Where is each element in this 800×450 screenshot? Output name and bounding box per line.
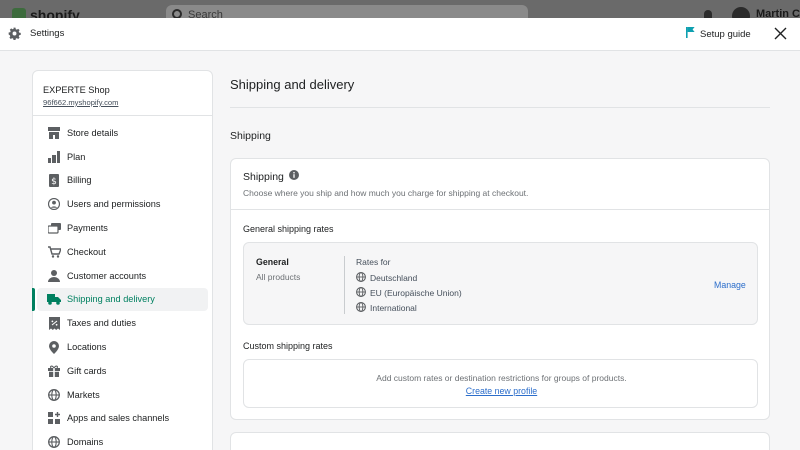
payments-icon <box>47 221 61 235</box>
zone-item: Deutschland <box>356 272 417 284</box>
sidebar-item-label: Domains <box>67 437 104 448</box>
sidebar-item-taxes[interactable]: Taxes and duties <box>37 311 208 335</box>
globe-icon <box>47 435 61 449</box>
sidebar-item-label: Markets <box>67 389 100 400</box>
sidebar-item-plan[interactable]: Plan <box>37 145 208 169</box>
create-profile-link[interactable]: Create new profile <box>244 386 759 396</box>
sidebar-item-gift-cards[interactable]: Gift cards <box>37 359 208 383</box>
manage-link[interactable]: Manage <box>714 280 746 290</box>
search-placeholder: Search <box>188 9 223 18</box>
shopify-logo-icon <box>12 8 26 18</box>
sidebar-item-customer-accounts[interactable]: Customer accounts <box>37 264 208 288</box>
location-icon <box>47 340 61 354</box>
sidebar-item-locations[interactable]: Locations <box>37 335 208 359</box>
settings-modal: Settings Setup guide EXPERTE Shop 96f662… <box>0 18 800 450</box>
sidebar-item-label: Store details <box>67 127 119 138</box>
card-header: Shipping <box>243 170 299 183</box>
divider <box>230 107 770 108</box>
card-description: Choose where you ship and how much you c… <box>243 188 529 198</box>
divider <box>344 256 345 314</box>
store-icon <box>47 126 61 140</box>
settings-sidebar: EXPERTE Shop 96f662.myshopify.com Store … <box>32 70 213 450</box>
modal-title: Settings <box>30 28 65 39</box>
general-profile: General All products Rates for Deutschla… <box>243 242 758 325</box>
plan-icon <box>47 150 61 164</box>
globe-icon <box>47 388 61 402</box>
settings-nav: Store details Plan $ Billing Users and p… <box>32 116 212 450</box>
user-name[interactable]: Martin C <box>756 8 800 18</box>
sidebar-item-checkout[interactable]: Checkout <box>37 240 208 264</box>
zone-label: Deutschland <box>370 273 418 283</box>
globe-icon <box>356 272 366 284</box>
avatar[interactable] <box>732 7 750 18</box>
main-content: Shipping and delivery Shipping Shipping … <box>230 18 770 450</box>
sidebar-item-label: Plan <box>67 151 86 162</box>
truck-icon <box>47 292 61 306</box>
cart-icon <box>47 245 61 259</box>
zone-item: International <box>356 302 417 314</box>
gear-icon <box>8 27 21 45</box>
sidebar-item-label: Locations <box>67 342 107 353</box>
sidebar-item-domains[interactable]: Domains <box>37 430 208 450</box>
apps-icon <box>47 411 61 425</box>
search-icon <box>172 9 182 18</box>
sidebar-item-label: Payments <box>67 223 108 234</box>
sidebar-item-apps[interactable]: Apps and sales channels <box>37 407 208 431</box>
sidebar-item-users[interactable]: Users and permissions <box>37 192 208 216</box>
sidebar-item-payments[interactable]: Payments <box>37 216 208 240</box>
sidebar-item-label: Billing <box>67 175 92 186</box>
profile-name: General <box>256 257 289 267</box>
general-rates-title: General shipping rates <box>243 224 334 234</box>
card-title: Shipping <box>243 170 284 183</box>
profile-products: All products <box>256 272 301 282</box>
sidebar-item-label: Gift cards <box>67 365 107 376</box>
next-card <box>230 432 770 450</box>
shipping-card: Shipping Choose where you ship and how m… <box>230 158 770 420</box>
sidebar-item-label: Users and permissions <box>67 199 161 210</box>
sidebar-item-label: Checkout <box>67 246 106 257</box>
sidebar-item-label: Taxes and duties <box>67 318 136 329</box>
sidebar-item-label: Apps and sales channels <box>67 413 170 424</box>
divider <box>231 209 769 210</box>
sidebar-item-shipping[interactable]: Shipping and delivery <box>32 287 208 312</box>
sidebar-item-label: Customer accounts <box>67 270 147 281</box>
close-icon[interactable] <box>774 27 787 45</box>
sidebar-item-label: Shipping and delivery <box>67 294 155 305</box>
section-title: Shipping <box>230 130 271 142</box>
globe-icon <box>356 302 366 314</box>
custom-rates-box: Add custom rates or destination restrict… <box>243 359 758 408</box>
zone-label: International <box>370 303 417 313</box>
rates-for-label: Rates for <box>356 257 391 267</box>
billing-icon: $ <box>47 173 61 187</box>
custom-rates-title: Custom shipping rates <box>243 341 333 351</box>
user-icon <box>47 197 61 211</box>
shop-info: EXPERTE Shop 96f662.myshopify.com <box>33 71 212 116</box>
person-icon <box>47 269 61 283</box>
taxes-icon <box>47 316 61 330</box>
notification-icon[interactable] <box>704 10 712 18</box>
shopify-topbar: shopify Search Martin C <box>0 0 800 18</box>
globe-icon <box>356 287 366 299</box>
page-title: Shipping and delivery <box>230 77 355 92</box>
brand-name: shopify <box>30 7 80 18</box>
zone-label: EU (Europäische Union) <box>370 288 462 298</box>
info-icon[interactable] <box>288 170 299 183</box>
sidebar-item-store-details[interactable]: Store details <box>37 121 208 145</box>
zone-item: EU (Europäische Union) <box>356 287 462 299</box>
custom-rates-text: Add custom rates or destination restrict… <box>376 373 627 383</box>
sidebar-item-markets[interactable]: Markets <box>37 383 208 407</box>
sidebar-item-billing[interactable]: $ Billing <box>37 169 208 193</box>
svg-text:$: $ <box>51 177 57 187</box>
gift-icon <box>47 364 61 378</box>
shop-name: EXPERTE Shop <box>43 85 110 95</box>
shop-url[interactable]: 96f662.myshopify.com <box>43 98 202 107</box>
